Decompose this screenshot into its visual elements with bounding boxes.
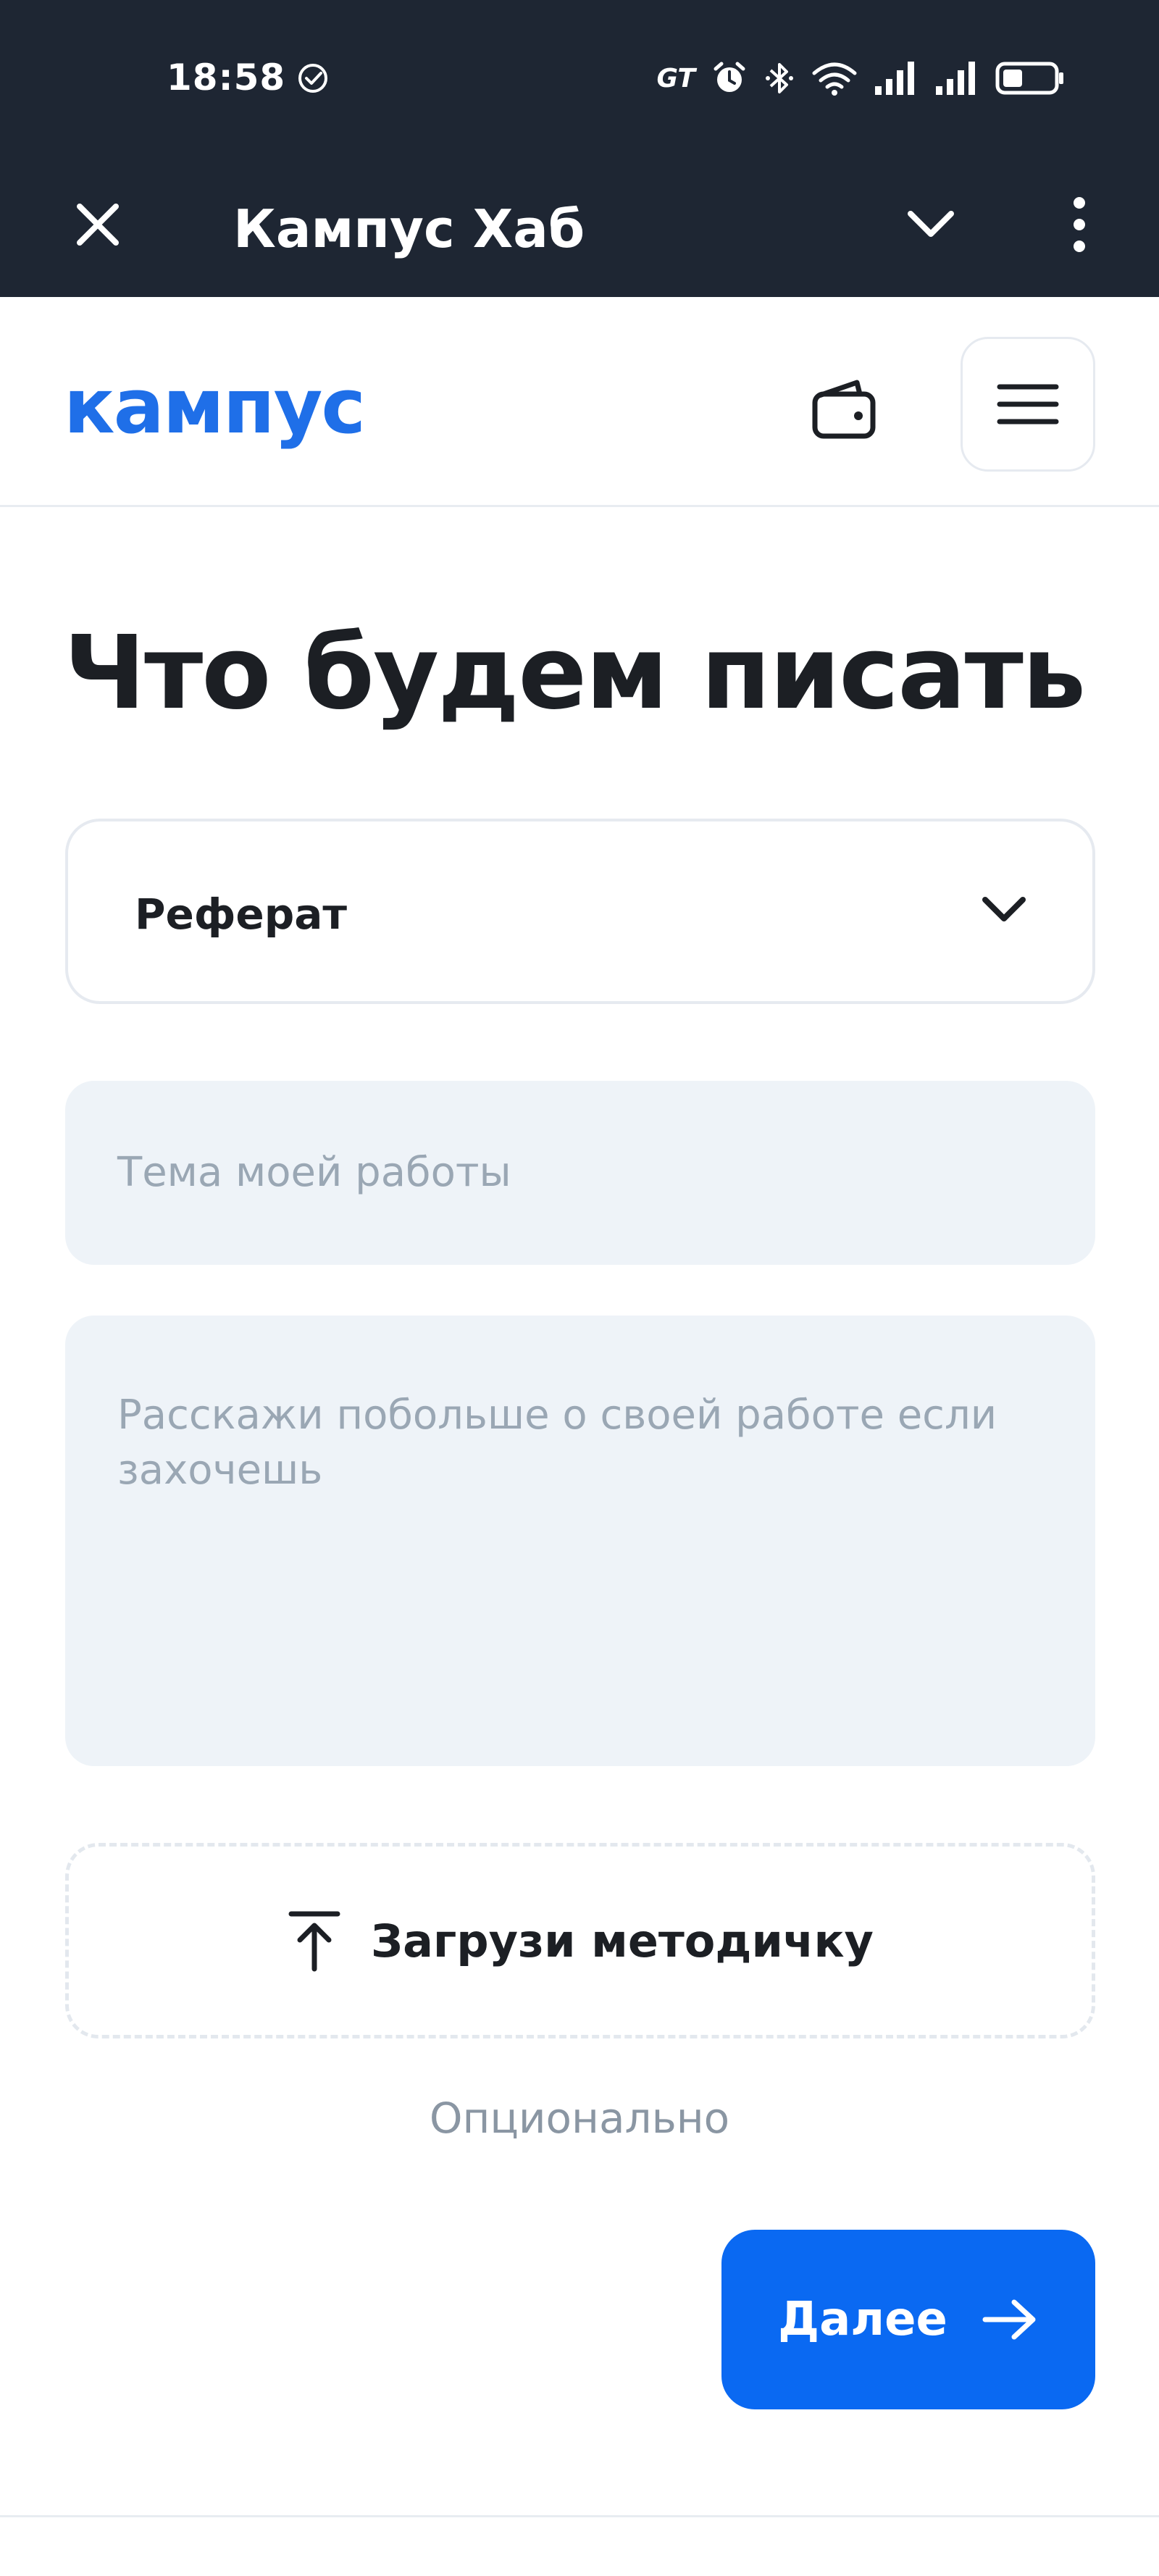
next-button[interactable]: Далее <box>721 2230 1095 2409</box>
close-icon <box>77 204 119 246</box>
check-circle-icon <box>298 64 327 93</box>
upload-guide-button[interactable]: Загрузи методичку <box>65 1843 1095 2038</box>
bluetooth-icon <box>766 63 793 93</box>
alarm-icon <box>714 62 745 92</box>
work-type-select[interactable]: Реферат <box>65 819 1095 1004</box>
upload-label: Загрузи методичку <box>371 1914 874 1967</box>
details-textarea[interactable]: Расскажи побольше о своей работе если за… <box>65 1316 1095 1766</box>
topic-input[interactable]: Тема моей работы <box>65 1081 1095 1265</box>
status-bar: 18:58 GT <box>0 0 1159 152</box>
status-time: 18:58 <box>167 57 286 99</box>
chevron-down-icon <box>908 211 954 237</box>
work-type-value: Реферат <box>135 890 348 939</box>
more-options-button[interactable] <box>1043 185 1116 264</box>
logo[interactable]: кампус <box>64 362 366 451</box>
battery-icon <box>995 62 1063 95</box>
wallet-button[interactable] <box>804 373 884 446</box>
app-title: Кампус Хаб <box>233 198 585 259</box>
status-icons: GT <box>657 58 1065 99</box>
close-button[interactable] <box>58 185 138 264</box>
app-bar: Кампус Хаб <box>0 152 1159 297</box>
expand-button[interactable] <box>891 185 971 264</box>
signal-icon <box>875 62 914 95</box>
chevron-down-icon <box>982 897 1026 921</box>
more-vertical-icon <box>1074 197 1085 252</box>
wallet-icon <box>812 380 876 439</box>
upload-icon <box>288 1911 340 1972</box>
signal-icon <box>936 62 975 95</box>
bottom-divider <box>0 2515 1159 2517</box>
carrier-tag: GT <box>656 63 695 93</box>
upload-hint: Опционально <box>429 2094 730 2143</box>
site-header: кампус <box>0 297 1159 507</box>
arrow-right-icon <box>982 2299 1036 2340</box>
wifi-icon <box>812 62 857 96</box>
page-title: Что будем писать <box>64 614 1086 732</box>
next-label: Далее <box>778 2293 947 2346</box>
menu-button[interactable] <box>961 337 1095 472</box>
hamburger-menu-icon <box>997 384 1059 425</box>
